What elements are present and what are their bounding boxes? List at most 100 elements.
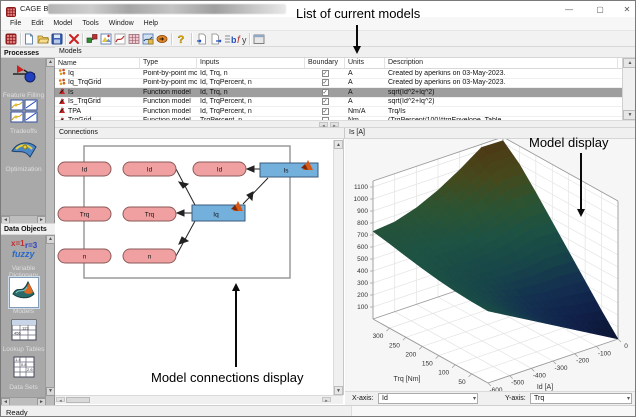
- export-data-icon[interactable]: [209, 32, 223, 46]
- new-model-icon[interactable]: [141, 32, 155, 46]
- processes-scrollbar[interactable]: ▲: [45, 58, 55, 223]
- col-units[interactable]: Units: [345, 58, 385, 68]
- models-table-hscrollbar[interactable]: ◄ ►: [55, 120, 635, 128]
- svg-text:y: y: [242, 35, 247, 45]
- models-table-vscrollbar[interactable]: ▲ ▼: [622, 58, 635, 120]
- cage-app-icon[interactable]: [4, 32, 18, 46]
- delete-icon[interactable]: [67, 32, 81, 46]
- scroll-left-icon[interactable]: ◄: [56, 397, 65, 403]
- sidebar-item-lookup-tables[interactable]: 123 456 Lookup Tables: [1, 319, 46, 353]
- boundary-checkbox[interactable]: ✓: [305, 107, 345, 115]
- new-function-model-icon[interactable]: [113, 32, 127, 46]
- svg-text:50: 50: [458, 379, 466, 386]
- point-model-icon: [58, 68, 66, 78]
- scroll-down-icon[interactable]: ▼: [46, 387, 55, 396]
- svg-text:300: 300: [373, 333, 384, 340]
- scroll-right-icon[interactable]: ►: [322, 397, 331, 403]
- menu-file[interactable]: File: [5, 17, 26, 30]
- x-axis-label: X-axis:: [352, 395, 374, 402]
- arrow-head: [577, 209, 585, 217]
- y-axis-select[interactable]: Trq ▾: [530, 393, 632, 404]
- models-table-body: IqPoint-by-point modelId, Trq, n✓ACreate…: [55, 68, 622, 126]
- table-row[interactable]: Iq_TrqGridPoint-by-point modelId, TrqPer…: [55, 78, 622, 88]
- annotation-model-display: Model display: [529, 135, 609, 150]
- scroll-up-icon[interactable]: ▲: [334, 140, 343, 149]
- sidebar-item-feature-filling[interactable]: Feature Filling: [1, 61, 46, 99]
- new-project-icon[interactable]: [22, 32, 36, 46]
- data-objects-scrollbar[interactable]: ▲ ▼: [45, 235, 55, 405]
- svg-text:x=1: x=1: [11, 239, 25, 248]
- arrow-head: [353, 46, 361, 54]
- menu-model[interactable]: Model: [48, 17, 77, 30]
- connections-vscrollbar[interactable]: ▲ ▼: [333, 140, 343, 395]
- scroll-up-icon[interactable]: ▲: [46, 58, 55, 67]
- menu-help[interactable]: Help: [139, 17, 163, 30]
- svg-text:?: ?: [178, 34, 185, 45]
- processes-hscrollbar[interactable]: ◄ ►: [1, 215, 46, 224]
- col-name[interactable]: Name: [55, 58, 140, 68]
- open-project-icon[interactable]: [36, 32, 50, 46]
- col-description[interactable]: Description: [385, 58, 618, 68]
- sidebar-item-models[interactable]: Models: [1, 277, 46, 315]
- svg-text:600: 600: [357, 244, 368, 251]
- new-feature-icon[interactable]: [99, 32, 113, 46]
- menu-window[interactable]: Window: [104, 17, 139, 30]
- sidebar-item-optimization[interactable]: Optimization: [1, 137, 46, 173]
- boundary-checkbox[interactable]: ✓: [305, 79, 345, 87]
- sidebar-item-label: Optimization: [5, 166, 42, 173]
- table-row[interactable]: Is Function model Id, Trq, n ✓ Asqrt(Id^2+Iq…: [55, 88, 622, 98]
- scroll-up-icon[interactable]: ▲: [623, 58, 635, 68]
- window-icon[interactable]: [252, 32, 266, 46]
- maximize-button[interactable]: ▢: [589, 3, 611, 16]
- menu-edit[interactable]: Edit: [26, 17, 48, 30]
- help-icon[interactable]: ?: [174, 32, 188, 46]
- redacted-project-name: [48, 4, 286, 14]
- minimize-button[interactable]: —: [558, 3, 580, 16]
- import-icon[interactable]: [155, 32, 169, 46]
- sidebar-item-data-sets[interactable]: 1.4 0.8 2.6 Data Sets: [1, 355, 46, 391]
- svg-text:300: 300: [357, 280, 368, 287]
- annotation-models-list: List of current models: [296, 6, 421, 21]
- model-name: Is: [55, 87, 140, 97]
- connections-panel-header: Connections: [55, 128, 345, 139]
- status-text: Ready: [6, 408, 28, 417]
- model-description: sqrt(Id^2+Iq^2): [388, 98, 435, 106]
- boundary-checkbox[interactable]: ✓: [305, 98, 345, 106]
- sidebar-item-tradeoffs[interactable]: Tradeoffs: [1, 99, 46, 135]
- table-row[interactable]: Is_TrqGrid Function model Id, TrqPercent, …: [55, 97, 622, 107]
- import-data-icon[interactable]: [195, 32, 209, 46]
- new-lookup-table-icon[interactable]: [127, 32, 141, 46]
- boundary-checkbox[interactable]: ✓: [305, 88, 345, 96]
- scrollbar-thumb[interactable]: [66, 397, 90, 403]
- model-units: Nm/A: [348, 107, 366, 115]
- boundary-checkbox[interactable]: ✓: [305, 69, 345, 77]
- col-boundary[interactable]: Boundary: [305, 58, 345, 68]
- col-inputs[interactable]: Inputs: [197, 58, 305, 68]
- scroll-right-icon[interactable]: ►: [330, 122, 339, 128]
- menu-tools[interactable]: Tools: [77, 17, 103, 30]
- save-project-icon[interactable]: [50, 32, 64, 46]
- cage-browser-window: CAGE Browser - — ▢ ✕ File Edit Model Too…: [0, 0, 636, 417]
- svg-text:f: f: [237, 35, 241, 45]
- scroll-left-icon[interactable]: ◄: [319, 122, 328, 128]
- node-label: Trq: [80, 212, 90, 219]
- scroll-down-icon[interactable]: ▼: [623, 110, 635, 120]
- model-fit-icon[interactable]: fy: [235, 32, 249, 46]
- table-row[interactable]: IqPoint-by-point modelId, Trq, n ✓A Create…: [55, 68, 622, 79]
- connections-hscrollbar[interactable]: ◄ ►: [55, 395, 343, 404]
- annotation-arrow-down: [356, 25, 358, 46]
- svg-text:200: 200: [357, 292, 368, 299]
- model-name: Iq_TrqGrid: [55, 78, 140, 88]
- table-row[interactable]: TPA Function model Id, TrqPercent, n ✓ Nm/A T…: [55, 107, 622, 117]
- connections-diagram: Id Trq n Id Trq n Id Is Iq: [57, 145, 319, 279]
- data-objects-hscrollbar[interactable]: ◄ ►: [1, 397, 46, 406]
- scroll-down-icon[interactable]: ▼: [334, 386, 343, 395]
- node-label: n: [83, 254, 87, 261]
- scroll-up-icon[interactable]: ▲: [46, 235, 55, 244]
- sidebar-item-variable-dictionary[interactable]: x=1 r=3 fuzzy Variable Dictionary: [1, 238, 46, 279]
- new-variable-icon[interactable]: [85, 32, 99, 46]
- x-axis-select[interactable]: Id ▾: [378, 393, 478, 404]
- close-button[interactable]: ✕: [616, 3, 635, 16]
- svg-text:900: 900: [357, 208, 368, 215]
- col-type[interactable]: Type: [140, 58, 197, 68]
